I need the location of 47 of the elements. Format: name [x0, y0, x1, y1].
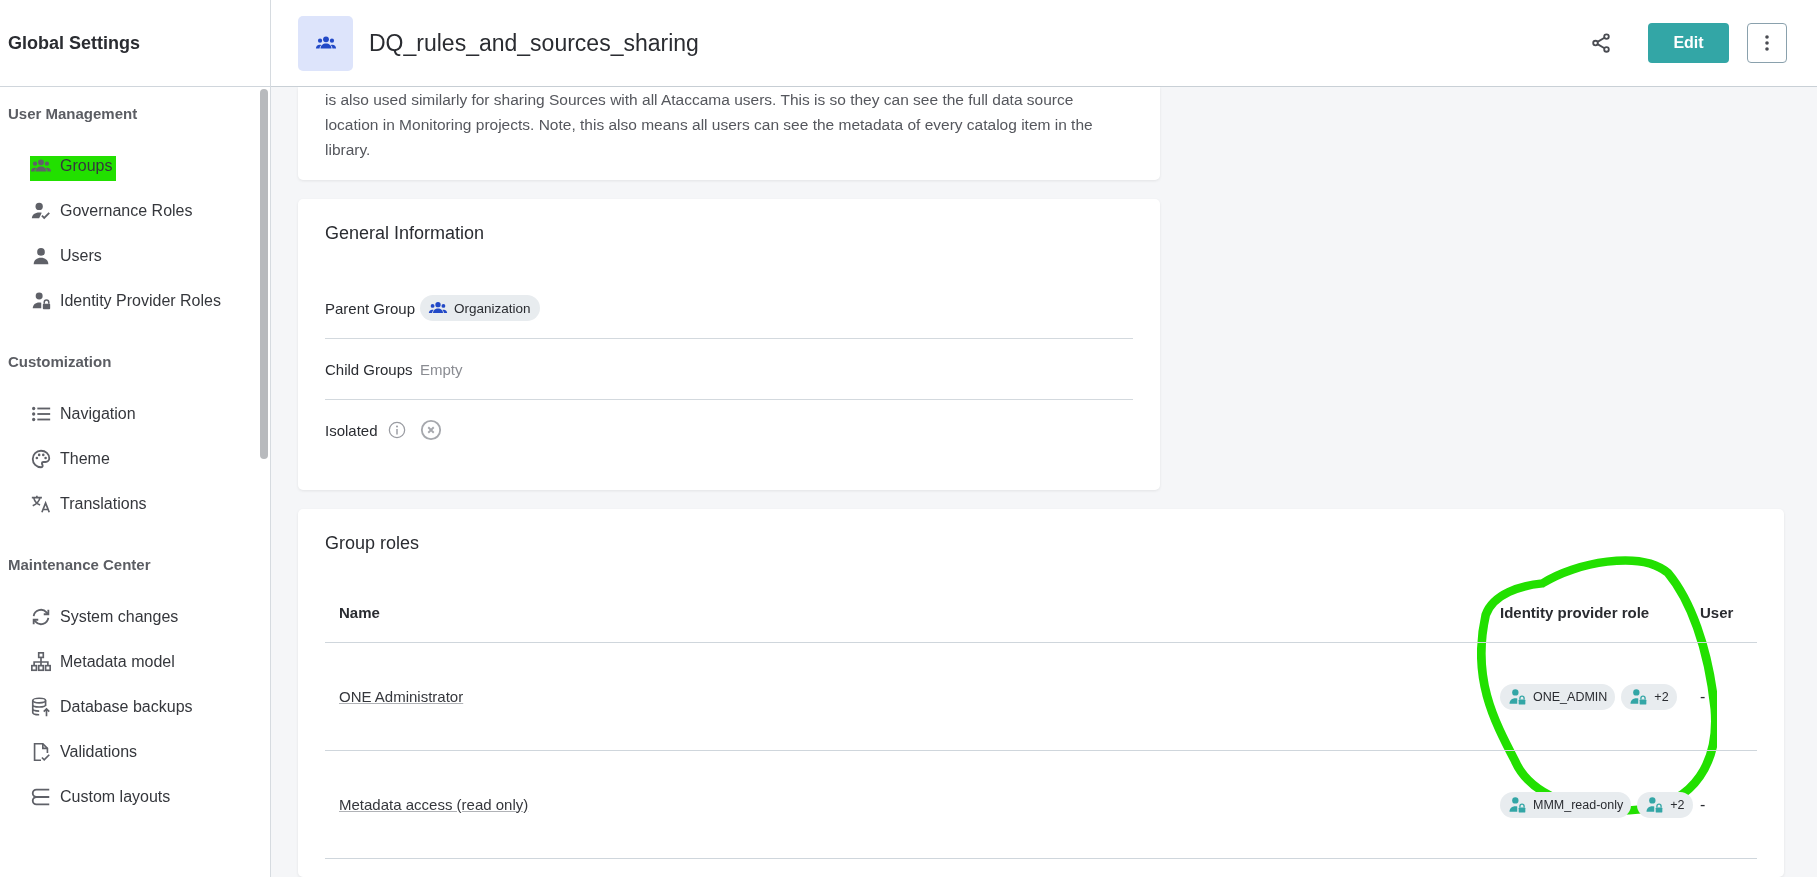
sidebar-item[interactable]: Navigation	[30, 391, 140, 436]
column-header: User	[1700, 603, 1734, 621]
section-heading: Maintenance Center	[8, 556, 152, 575]
parent-group-chip[interactable]: Organization	[420, 295, 540, 321]
sidebar-title: Global Settings	[8, 32, 140, 54]
database-icon	[30, 695, 52, 718]
sidebar-item[interactable]: Theme	[30, 436, 114, 481]
column-header: Identity provider role	[1500, 603, 1650, 621]
field-value: Empty	[420, 360, 463, 378]
sidebar-item[interactable]: Governance Roles	[30, 188, 197, 233]
sidebar-item[interactable]: Validations	[30, 729, 142, 774]
field-label: Child Groups	[325, 360, 414, 378]
user-lock-icon	[1644, 794, 1665, 815]
role-link[interactable]: ONE Administrator	[339, 687, 464, 705]
table-cell: -	[1700, 795, 1706, 813]
sidebar-item[interactable]: Custom layouts	[30, 774, 175, 819]
role-chip[interactable]: +2	[1637, 791, 1693, 818]
info-icon[interactable]	[387, 421, 406, 439]
section-heading: Customization	[8, 353, 113, 372]
share-icon[interactable]	[1590, 32, 1612, 54]
field-label: Parent Group	[325, 299, 417, 317]
column-header: Name	[339, 603, 380, 621]
role-chip[interactable]: MMM_read-only	[1500, 791, 1632, 818]
more-button[interactable]	[1747, 23, 1787, 63]
role-chip[interactable]: +2	[1621, 683, 1677, 710]
hierarchy-icon	[30, 650, 52, 673]
user-lock-icon	[1628, 686, 1649, 707]
palette-icon	[30, 447, 52, 470]
card-title: Group roles	[325, 532, 421, 554]
role-link[interactable]: Metadata access (read only)	[339, 795, 529, 813]
user-lock-icon	[1507, 794, 1527, 815]
description-text: is also used similarly for sharing Sources with all Ataccama users. This is so they can see the full data source location in Monitoring projects. Note, this also means all users can see the metadata of every catalog item in the library.	[325, 90, 1094, 160]
more-icon	[1765, 35, 1769, 51]
card-title: General Information	[325, 222, 486, 244]
sidebar-item[interactable]: Identity Provider Roles	[30, 278, 225, 323]
field-label: Isolated	[325, 421, 378, 439]
sidebar-item[interactable]: Metadata model	[30, 639, 179, 684]
role-chip[interactable]: ONE_ADMIN	[1500, 683, 1616, 710]
section-heading: User Management	[8, 105, 139, 124]
sidebar-item[interactable]: Translations	[30, 481, 151, 526]
table-cell: -	[1700, 687, 1706, 705]
sidebar-item[interactable]: Users	[30, 233, 106, 278]
sidebar-item[interactable]: System changes	[30, 594, 183, 639]
user-lock-icon	[1507, 686, 1527, 707]
scrollbar[interactable]	[260, 89, 268, 459]
page-title: DQ_rules_and_sources_sharing	[369, 29, 700, 57]
sidebar-item[interactable]: Database backups	[30, 684, 197, 729]
